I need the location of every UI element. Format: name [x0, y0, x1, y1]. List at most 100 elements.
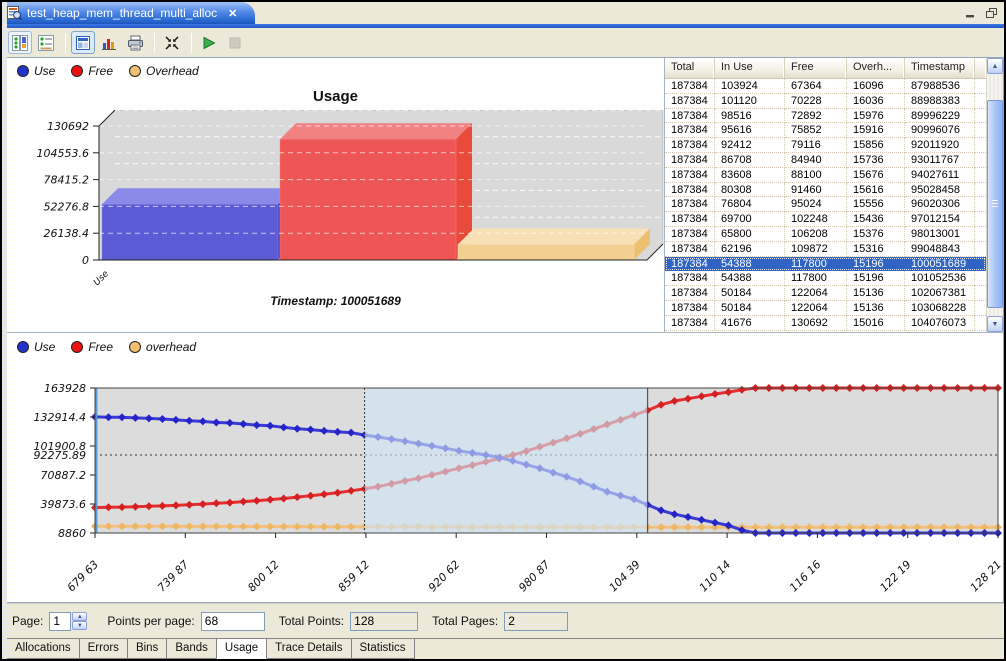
column-header[interactable]: In Use — [715, 58, 785, 78]
table-row[interactable]: 18738480308914601561695028458 — [665, 183, 986, 198]
pagination-controls: Page: ▲ ▼ Points per page: Total Points:… — [2, 603, 1004, 638]
table-row[interactable]: 187384697001022481543697012154 — [665, 212, 986, 227]
legend-item: overhead — [129, 340, 196, 354]
svg-text:130692: 130692 — [47, 120, 89, 133]
legend-item: Free — [71, 64, 113, 78]
table-cell: 93011767 — [905, 153, 975, 168]
view-tab-errors[interactable]: Errors — [80, 639, 128, 659]
table-cell: 86708 — [715, 153, 785, 168]
view-tab-allocations[interactable]: Allocations — [6, 639, 80, 659]
table-cell: 95024 — [785, 197, 847, 212]
table-row[interactable]: 1873844167613069215016104076073 — [665, 316, 986, 331]
table-row[interactable]: 187384658001062081537698013001 — [665, 227, 986, 242]
legend-label: Overhead — [146, 64, 199, 78]
legend-item: Use — [17, 340, 55, 354]
page-spinner[interactable]: ▲ ▼ — [49, 612, 87, 631]
page-input[interactable] — [49, 612, 71, 631]
table-row[interactable]: 18738498516728921597689996229 — [665, 109, 986, 124]
legend-swatch-icon — [129, 65, 141, 77]
table-cell: 15556 — [847, 197, 905, 212]
table-row[interactable]: 187384103924673641609687988536 — [665, 79, 986, 94]
table-row[interactable]: 18738483608881001567694027611 — [665, 168, 986, 183]
column-header[interactable]: Free — [785, 58, 847, 78]
svg-text:78415.2: 78415.2 — [44, 174, 90, 187]
column-header[interactable]: Overh... — [847, 58, 905, 78]
stop-button — [223, 31, 247, 54]
editor-tab[interactable]: test_heap_mem_thread_multi_alloc ✕ — [2, 2, 255, 24]
overview-button[interactable] — [71, 31, 95, 54]
editor-tab-bar: test_heap_mem_thread_multi_alloc ✕ — [2, 2, 1004, 24]
column-header-filler — [975, 58, 986, 78]
view-tab-statistics[interactable]: Statistics — [352, 639, 415, 659]
view-tab-bins[interactable]: Bins — [128, 639, 167, 659]
table-row[interactable]: 1873845018412206415136103068228 — [665, 301, 986, 316]
tab-close-icon[interactable]: ✕ — [228, 7, 237, 20]
bar-chart-button[interactable] — [97, 31, 121, 54]
table-row[interactable]: 18738495616758521591690996076 — [665, 123, 986, 138]
chart-options-button[interactable] — [8, 31, 32, 54]
view-tab-bands[interactable]: Bands — [167, 639, 217, 659]
legend-swatch-icon — [71, 341, 83, 353]
usage-line-chart[interactable]: 886039873.670887.2101900.8132914.4163928… — [7, 333, 1003, 602]
svg-text:739 87: 739 87 — [155, 558, 191, 594]
view-tab-trace-details[interactable]: Trace Details — [267, 639, 351, 659]
table-row[interactable]: 1873845438811780015196101052536 — [665, 271, 986, 286]
legend-label: Use — [34, 340, 55, 354]
table-cell: 122064 — [785, 301, 847, 316]
scrollbar-thumb[interactable] — [987, 100, 1003, 308]
table-cell: 16036 — [847, 94, 905, 109]
play-button[interactable] — [197, 31, 221, 54]
toolbar-separator — [154, 33, 155, 53]
column-header[interactable]: Total — [665, 58, 715, 78]
spinner-up-icon[interactable]: ▲ — [72, 612, 87, 621]
legend-list-button[interactable] — [34, 31, 58, 54]
table-cell: 187384 — [665, 109, 715, 124]
table-row[interactable]: 18738492412791161585692011920 — [665, 138, 986, 153]
bar-chart-legend: UseFreeOverhead — [17, 64, 199, 78]
print-button[interactable] — [123, 31, 147, 54]
table-row[interactable]: 1873845018412206415136102067381 — [665, 286, 986, 301]
table-cell: 70228 — [785, 94, 847, 109]
table-row[interactable]: 1873845438811780015196100051689 — [665, 257, 986, 272]
legend-swatch-icon — [129, 341, 141, 353]
table-row[interactable]: 18738476804950241555696020306 — [665, 197, 986, 212]
fit-to-window-button[interactable] — [160, 31, 184, 54]
svg-text:8860: 8860 — [58, 527, 86, 540]
table-cell: 62196 — [715, 242, 785, 257]
svg-text:920 62: 920 62 — [426, 558, 462, 594]
table-cell: 102248 — [785, 212, 847, 227]
svg-text:Use: Use — [92, 269, 111, 288]
table-cell: 75852 — [785, 123, 847, 138]
restore-view-icon[interactable] — [984, 8, 998, 19]
table-cell: 80308 — [715, 183, 785, 198]
table-cell-filler — [975, 94, 986, 109]
table-cell: 109872 — [785, 242, 847, 257]
table-cell: 76804 — [715, 197, 785, 212]
table-row[interactable]: 18738486708849401573693011767 — [665, 153, 986, 168]
table-cell: 187384 — [665, 153, 715, 168]
table-row[interactable]: 187384101120702281603688988383 — [665, 94, 986, 109]
svg-text:0: 0 — [82, 254, 89, 267]
table-cell: 98013001 — [905, 227, 975, 242]
tab-title: test_heap_mem_thread_multi_alloc — [27, 6, 217, 20]
spinner-down-icon[interactable]: ▼ — [72, 621, 87, 630]
table-cell: 94027611 — [905, 168, 975, 183]
table-scrollbar[interactable]: ▲ ▼ — [986, 58, 1003, 332]
minimize-view-icon[interactable] — [964, 8, 978, 19]
table-cell: 104076073 — [905, 316, 975, 331]
table-cell: 103068228 — [905, 301, 975, 316]
view-tab-usage[interactable]: Usage — [217, 639, 267, 659]
table-cell: 15136 — [847, 301, 905, 316]
legend-swatch-icon — [17, 341, 29, 353]
svg-text:92275.89: 92275.89 — [34, 449, 87, 462]
table-cell: 15436 — [847, 212, 905, 227]
column-header[interactable]: Timestamp — [905, 58, 975, 78]
points-per-page-input[interactable] — [201, 612, 265, 631]
scroll-down-icon[interactable]: ▼ — [987, 316, 1003, 332]
legend-item: Free — [71, 340, 113, 354]
scroll-up-icon[interactable]: ▲ — [987, 58, 1003, 74]
usage-bar-chart[interactable]: 026138.452276.878415.2104553.6130692Use — [7, 110, 665, 292]
table-cell: 84940 — [785, 153, 847, 168]
table-cell: 106208 — [785, 227, 847, 242]
table-row[interactable]: 187384621961098721531699048843 — [665, 242, 986, 257]
